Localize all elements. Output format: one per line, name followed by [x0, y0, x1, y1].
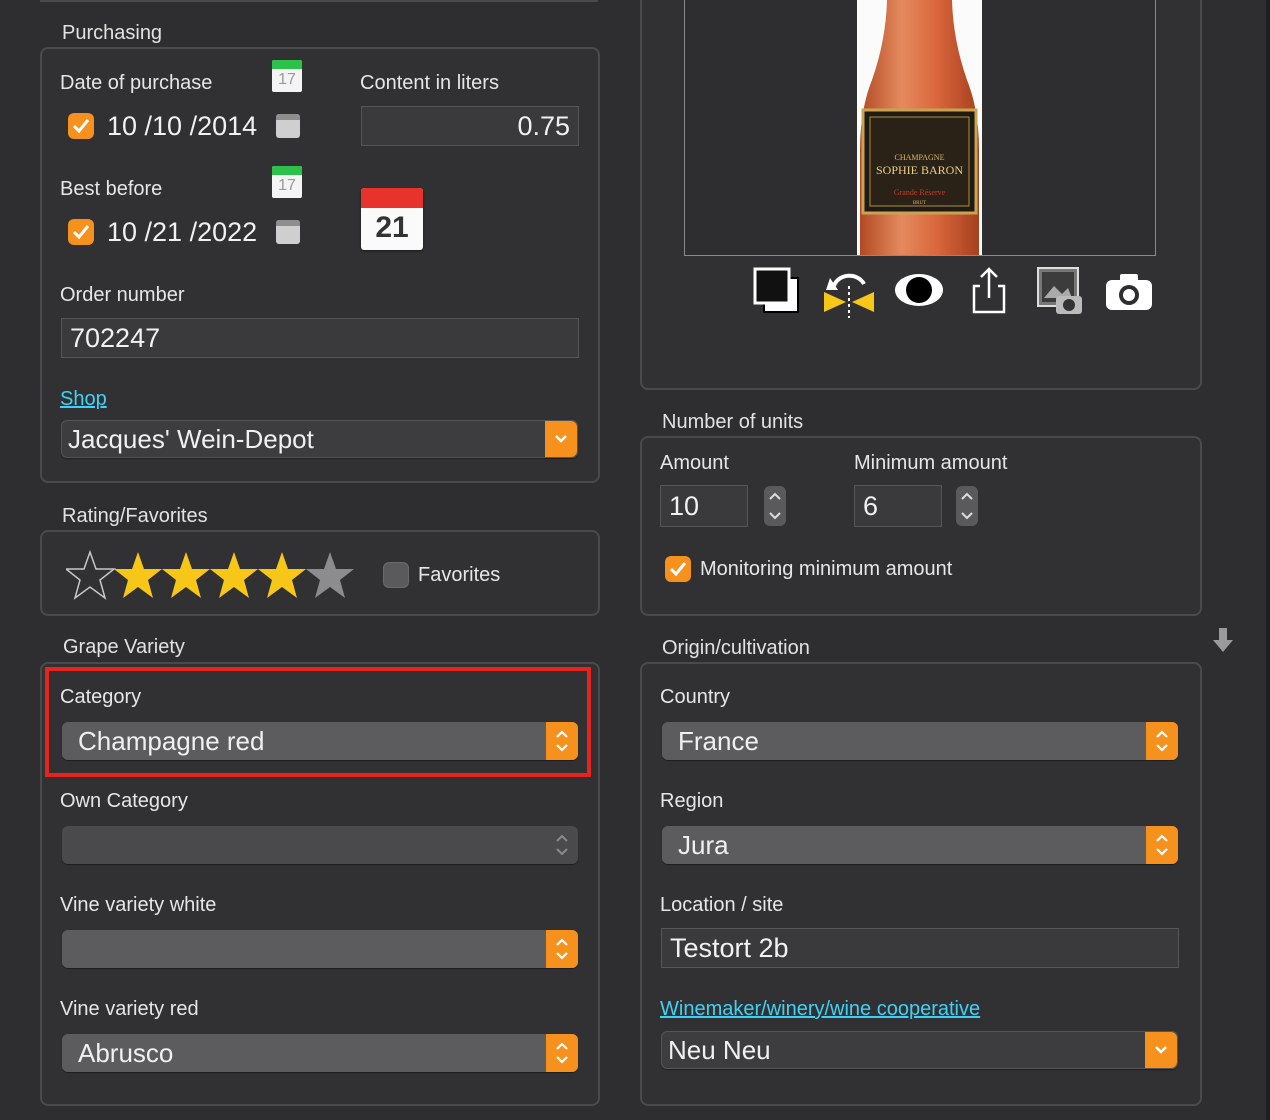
country-value: France: [678, 725, 759, 756]
order-number-field[interactable]: 702247: [61, 318, 579, 358]
chevron-up-icon: [961, 492, 973, 500]
calendar-app-icon[interactable]: 21: [361, 188, 423, 250]
origin-legend: Origin/cultivation: [662, 637, 810, 659]
checkmark-icon: [669, 562, 687, 577]
vine-red-select[interactable]: Abrusco: [62, 1034, 578, 1072]
monitoring-label: Monitoring minimum amount: [700, 558, 953, 580]
wine-photo-frame[interactable]: CHAMPAGNE SOPHIE BARON Grande Réserve BR…: [684, 0, 1156, 256]
eye-icon[interactable]: [892, 264, 946, 318]
best-before-label: Best before: [60, 178, 163, 200]
country-select[interactable]: France: [662, 722, 1178, 760]
camera-icon[interactable]: [1102, 264, 1156, 318]
arrow-down-icon[interactable]: [1211, 626, 1235, 659]
copy-icon[interactable]: [750, 264, 804, 318]
minimum-field[interactable]: 6: [854, 485, 942, 527]
dropdown-button[interactable]: [545, 421, 577, 457]
location-field[interactable]: Testort 2b: [661, 928, 1179, 968]
window-edge: [1266, 0, 1270, 1120]
checkmark-icon: [72, 119, 90, 134]
best-before-value[interactable]: 10 /21 /2022: [107, 217, 257, 248]
amount-label: Amount: [660, 452, 729, 474]
chevron-down-icon: [961, 512, 973, 520]
stepper-button[interactable]: [546, 930, 578, 968]
region-select[interactable]: Jura: [662, 826, 1178, 864]
chevron-updown-icon: [1156, 834, 1168, 856]
winemaker-link[interactable]: Winemaker/winery/wine cooperative: [660, 998, 980, 1021]
stepper-button[interactable]: [546, 1034, 578, 1072]
winemaker-value: Neu Neu: [668, 1034, 771, 1065]
bottle-label-line4: BRUT: [913, 201, 926, 206]
bottle-image: CHAMPAGNE SOPHIE BARON Grande Réserve BR…: [860, 0, 979, 255]
vine-red-label: Vine variety red: [60, 998, 199, 1020]
bottle-label-line3: Grande Réserve: [894, 188, 946, 197]
chevron-up-icon: [769, 492, 781, 500]
minimum-label: Minimum amount: [854, 452, 1008, 474]
chevron-down-icon: [1155, 1046, 1167, 1054]
favorites-label: Favorites: [418, 564, 501, 586]
winemaker-select[interactable]: Neu Neu: [661, 1031, 1178, 1069]
content-field[interactable]: 0.75: [361, 106, 579, 146]
flip-icon[interactable]: [822, 264, 876, 318]
grape-legend: Grape Variety: [63, 636, 185, 658]
date-picker-icon[interactable]: [276, 220, 300, 244]
stepper-button[interactable]: [546, 826, 578, 864]
country-label: Country: [660, 686, 731, 708]
share-icon[interactable]: [962, 264, 1016, 318]
units-legend: Number of units: [662, 411, 804, 433]
vine-white-select[interactable]: [62, 930, 578, 968]
chevron-down-icon: [555, 435, 567, 443]
date-of-purchase-checkbox[interactable]: [68, 113, 94, 139]
stars-icon: [63, 549, 354, 600]
minimum-stepper[interactable]: [956, 486, 978, 526]
chevron-updown-icon: [556, 834, 568, 856]
vine-red-value: Abrusco: [78, 1037, 174, 1068]
favorites-checkbox[interactable]: [383, 562, 409, 588]
bottle-label-line1: CHAMPAGNE: [895, 153, 945, 162]
region-value: Jura: [678, 829, 729, 860]
vine-white-label: Vine variety white: [60, 894, 217, 916]
stepper-button[interactable]: [1146, 722, 1178, 760]
amount-field[interactable]: 10: [660, 485, 748, 527]
chevron-updown-icon: [556, 1042, 568, 1064]
rating-legend: Rating/Favorites: [62, 505, 208, 527]
calendar-icon[interactable]: 17: [272, 60, 302, 92]
shop-select[interactable]: Jacques' Wein-Depot: [61, 420, 578, 458]
star-rating[interactable]: [63, 549, 358, 602]
date-of-purchase-label: Date of purchase: [60, 72, 213, 94]
shop-link[interactable]: Shop: [60, 388, 107, 411]
purchasing-legend: Purchasing: [62, 22, 163, 44]
content-label: Content in liters: [360, 72, 499, 94]
chevron-updown-icon: [1156, 730, 1168, 752]
date-picker-icon[interactable]: [276, 114, 300, 138]
checkmark-icon: [72, 225, 90, 240]
top-divider: [40, 0, 598, 2]
own-category-label: Own Category: [60, 790, 188, 812]
amount-stepper[interactable]: [764, 486, 786, 526]
photo-browser-icon[interactable]: [1032, 264, 1086, 318]
date-of-purchase-value[interactable]: 10 /10 /2014: [107, 111, 257, 142]
wine-photo: CHAMPAGNE SOPHIE BARON Grande Réserve BR…: [857, 0, 982, 255]
chevron-down-icon: [769, 512, 781, 520]
stepper-button[interactable]: [1146, 826, 1178, 864]
calendar-icon[interactable]: 17: [272, 166, 302, 198]
dropdown-button[interactable]: [1145, 1032, 1177, 1068]
region-label: Region: [660, 790, 724, 812]
own-category-select[interactable]: [62, 826, 578, 864]
best-before-checkbox[interactable]: [68, 219, 94, 245]
chevron-updown-icon: [556, 938, 568, 960]
order-number-label: Order number: [60, 284, 185, 306]
monitoring-checkbox[interactable]: [665, 556, 691, 582]
location-label: Location / site: [660, 894, 784, 916]
bottle-label-line2: SOPHIE BARON: [876, 163, 963, 177]
shop-value: Jacques' Wein-Depot: [68, 423, 314, 454]
category-highlight: [45, 667, 591, 777]
